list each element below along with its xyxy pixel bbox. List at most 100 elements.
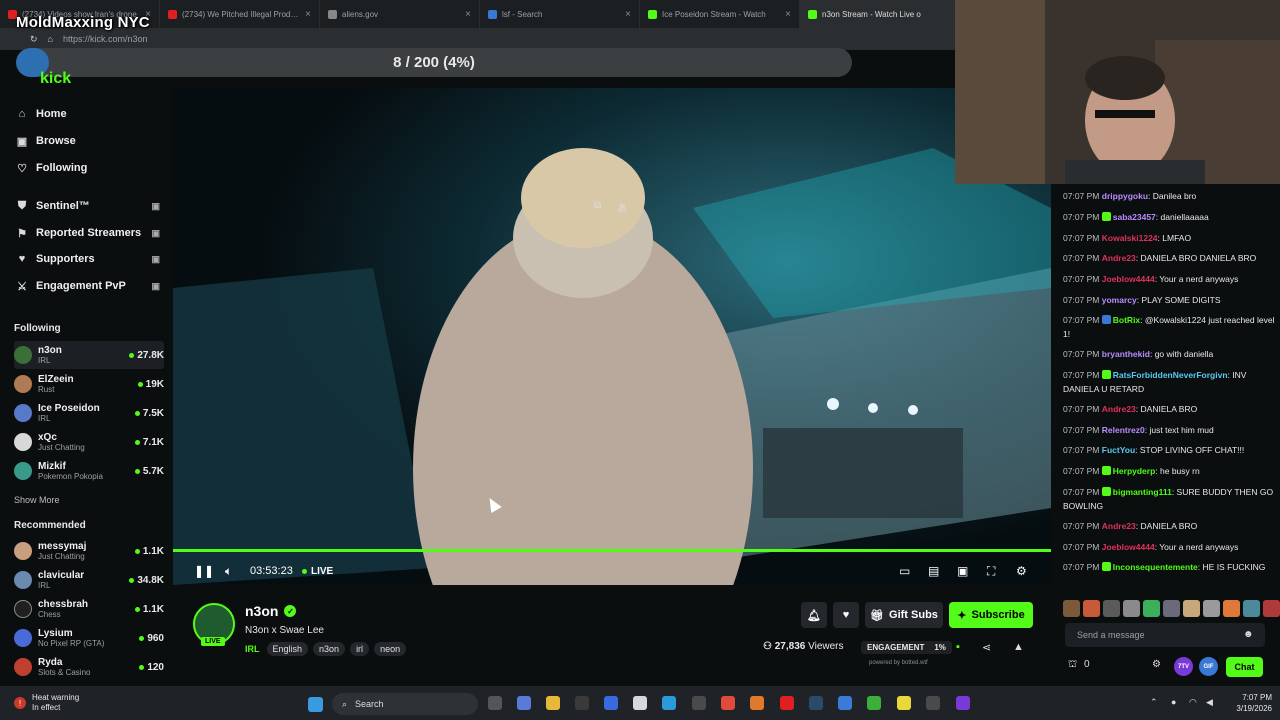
tag[interactable]: n3on (313, 642, 346, 656)
chat-username[interactable]: Relentrez0 (1102, 425, 1145, 435)
app-icon[interactable] (838, 696, 852, 710)
subscribe-button[interactable]: ✦ Subscribe (949, 602, 1033, 628)
chat-username[interactable]: RatsForbiddenNeverForgivn (1113, 370, 1228, 380)
gear-icon[interactable]: ⚙ (1152, 659, 1161, 670)
tag[interactable]: neon (374, 642, 407, 656)
emoji-icon[interactable]: ☻ (1243, 629, 1254, 640)
gift-subs-button[interactable]: 🎁︎ Gift Subs (865, 602, 943, 628)
recommended-channel-item[interactable]: chessbrah Chess 1.1K (14, 595, 164, 623)
browser-tab[interactable]: Ice Poseidon Stream - Watch × (640, 0, 800, 28)
pause-button[interactable]: ❚❚ (194, 564, 214, 578)
tag[interactable]: English (266, 642, 309, 656)
store-icon[interactable] (575, 696, 589, 710)
channel-name-heading[interactable]: n3on ✓ (245, 603, 297, 619)
sidebar-item-reported-streamers[interactable]: ⚑ Reported Streamers ▣ (16, 223, 164, 243)
following-channel-item[interactable]: n3on IRL 27.8K (14, 341, 164, 369)
clip-button[interactable]: ▭ (899, 564, 910, 578)
settings-button[interactable]: ⚙ (1016, 564, 1027, 578)
chat-username[interactable]: yomarcy (1102, 295, 1137, 305)
chat-username[interactable]: Joeblow4444 (1102, 274, 1155, 284)
notifications-button[interactable]: 🔔︎ (801, 602, 827, 628)
wifi-icon[interactable]: ◠ (1189, 697, 1197, 708)
video-scrub-bar[interactable] (173, 549, 1051, 552)
windows-start-icon[interactable] (308, 697, 323, 712)
chat-username[interactable]: saba23457 (1113, 212, 1156, 222)
task-view-icon[interactable] (488, 696, 502, 710)
browser-tab[interactable]: (2734) We Pitched Illegal Products × (160, 0, 320, 28)
pip-icon[interactable]: ⧉ (594, 200, 601, 211)
sidebar-item-engagement-pvp[interactable]: ⚔ Engagement PvP ▣ (16, 276, 164, 296)
home-icon[interactable]: ⌂ (48, 34, 53, 44)
chat-username[interactable]: Andre23 (1102, 521, 1136, 531)
external-link-icon[interactable]: ▣ (151, 228, 160, 239)
chat-username[interactable]: Andre23 (1102, 253, 1136, 263)
chat-username[interactable]: BotRix (1113, 315, 1140, 325)
chrome-icon[interactable] (721, 696, 735, 710)
emote[interactable] (1203, 600, 1220, 617)
url-text[interactable]: https://kick.com/n3on (63, 34, 148, 44)
category-link[interactable]: IRL (245, 644, 260, 654)
sidebar-item-home[interactable]: ⌂ Home (16, 104, 164, 124)
recommended-channel-item[interactable]: Ryda Slots & Casino 120 (14, 653, 164, 681)
chevron-up-icon[interactable]: ⌃ (1150, 697, 1158, 708)
emote[interactable] (1063, 600, 1080, 617)
following-channel-item[interactable]: xQc Just Chatting 7.1K (14, 428, 164, 456)
report-icon[interactable]: ▲ (1013, 641, 1024, 653)
mic-icon[interactable]: ● (1171, 697, 1176, 707)
edge-icon[interactable] (662, 696, 676, 710)
file-explorer-icon[interactable] (546, 696, 560, 710)
weather-widget[interactable]: ! Heat warning In effect (14, 693, 79, 713)
close-icon[interactable]: × (305, 9, 311, 20)
browser-tab[interactable]: lsf - Search × (480, 0, 640, 28)
tag[interactable]: irl (350, 642, 370, 656)
emote[interactable] (1263, 600, 1280, 617)
chat-username[interactable]: Andre23 (1102, 404, 1136, 414)
chat-username[interactable]: drippygoku (1102, 191, 1148, 201)
following-channel-item[interactable]: ElZeein Rust 19K (14, 370, 164, 398)
reload-icon[interactable]: ↻ (30, 34, 38, 45)
sidebar-item-following[interactable]: ♡ Following (16, 158, 164, 178)
translate-icon[interactable]: あ (617, 200, 627, 215)
browser-tab-active[interactable]: n3on Stream - Watch Live o (800, 0, 960, 28)
volume-button[interactable]: 🔈︎ (225, 564, 232, 579)
video-player[interactable]: ⧉ あ (173, 88, 1051, 585)
amazon-icon[interactable] (633, 696, 647, 710)
share-icon[interactable]: ⋖ (982, 641, 991, 654)
vlc-icon[interactable] (750, 696, 764, 710)
copilot-icon[interactable] (517, 696, 531, 710)
emote[interactable] (1223, 600, 1240, 617)
calculator-icon[interactable] (692, 696, 706, 710)
chat-username[interactable]: Inconsequentemente (1113, 562, 1198, 572)
chat-input[interactable]: Send a message (1065, 623, 1265, 647)
recommended-channel-item[interactable]: clavicular IRL 34.8K (14, 566, 164, 594)
sidebar-item-supporters[interactable]: ♥ Supporters ▣ (16, 249, 164, 269)
following-channel-item[interactable]: Ice Poseidon IRL 7.5K (14, 399, 164, 427)
chat-username[interactable]: Kowalski1224 (1102, 233, 1158, 243)
follow-button[interactable]: ♥ (833, 602, 859, 628)
youtube-icon[interactable] (780, 696, 794, 710)
emote[interactable] (1103, 600, 1120, 617)
taskbar-clock[interactable]: 7:07 PM 3/19/2026 (1222, 692, 1272, 714)
chat-username[interactable]: bigmanting111 (1113, 487, 1172, 497)
facebook-icon[interactable] (604, 696, 618, 710)
close-icon[interactable]: × (625, 9, 631, 20)
close-icon[interactable]: × (785, 9, 791, 20)
address-bar[interactable]: ↻ ⌂ https://kick.com/n3on (0, 28, 960, 50)
chat-username[interactable]: Joeblow4444 (1102, 542, 1155, 552)
browser-tab[interactable]: aliens.gov × (320, 0, 480, 28)
volume-icon[interactable]: ◀ (1206, 697, 1213, 708)
chat-send-button[interactable]: Chat (1226, 657, 1263, 677)
recommended-channel-item[interactable]: messymaj Just Chatting 1.1K (14, 537, 164, 565)
chat-username[interactable]: FuctYou (1102, 445, 1135, 455)
chat-username[interactable]: Herpyderp (1113, 466, 1156, 476)
kick-logo[interactable]: kick (40, 70, 71, 88)
external-link-icon[interactable]: ▣ (151, 254, 160, 265)
obs-icon[interactable] (956, 696, 970, 710)
gif-badge[interactable]: GIF (1199, 657, 1218, 676)
chat-username[interactable]: bryanthekid (1102, 349, 1150, 359)
show-more-link[interactable]: Show More (14, 495, 60, 505)
recommended-channel-item[interactable]: Lysium No Pixel RP (GTA) 960 (14, 624, 164, 652)
sidebar-item-sentinel[interactable]: ⛊ Sentinel™ ▣ (16, 196, 164, 216)
fullscreen-button[interactable]: ⛶ (987, 564, 995, 579)
emote[interactable] (1163, 600, 1180, 617)
